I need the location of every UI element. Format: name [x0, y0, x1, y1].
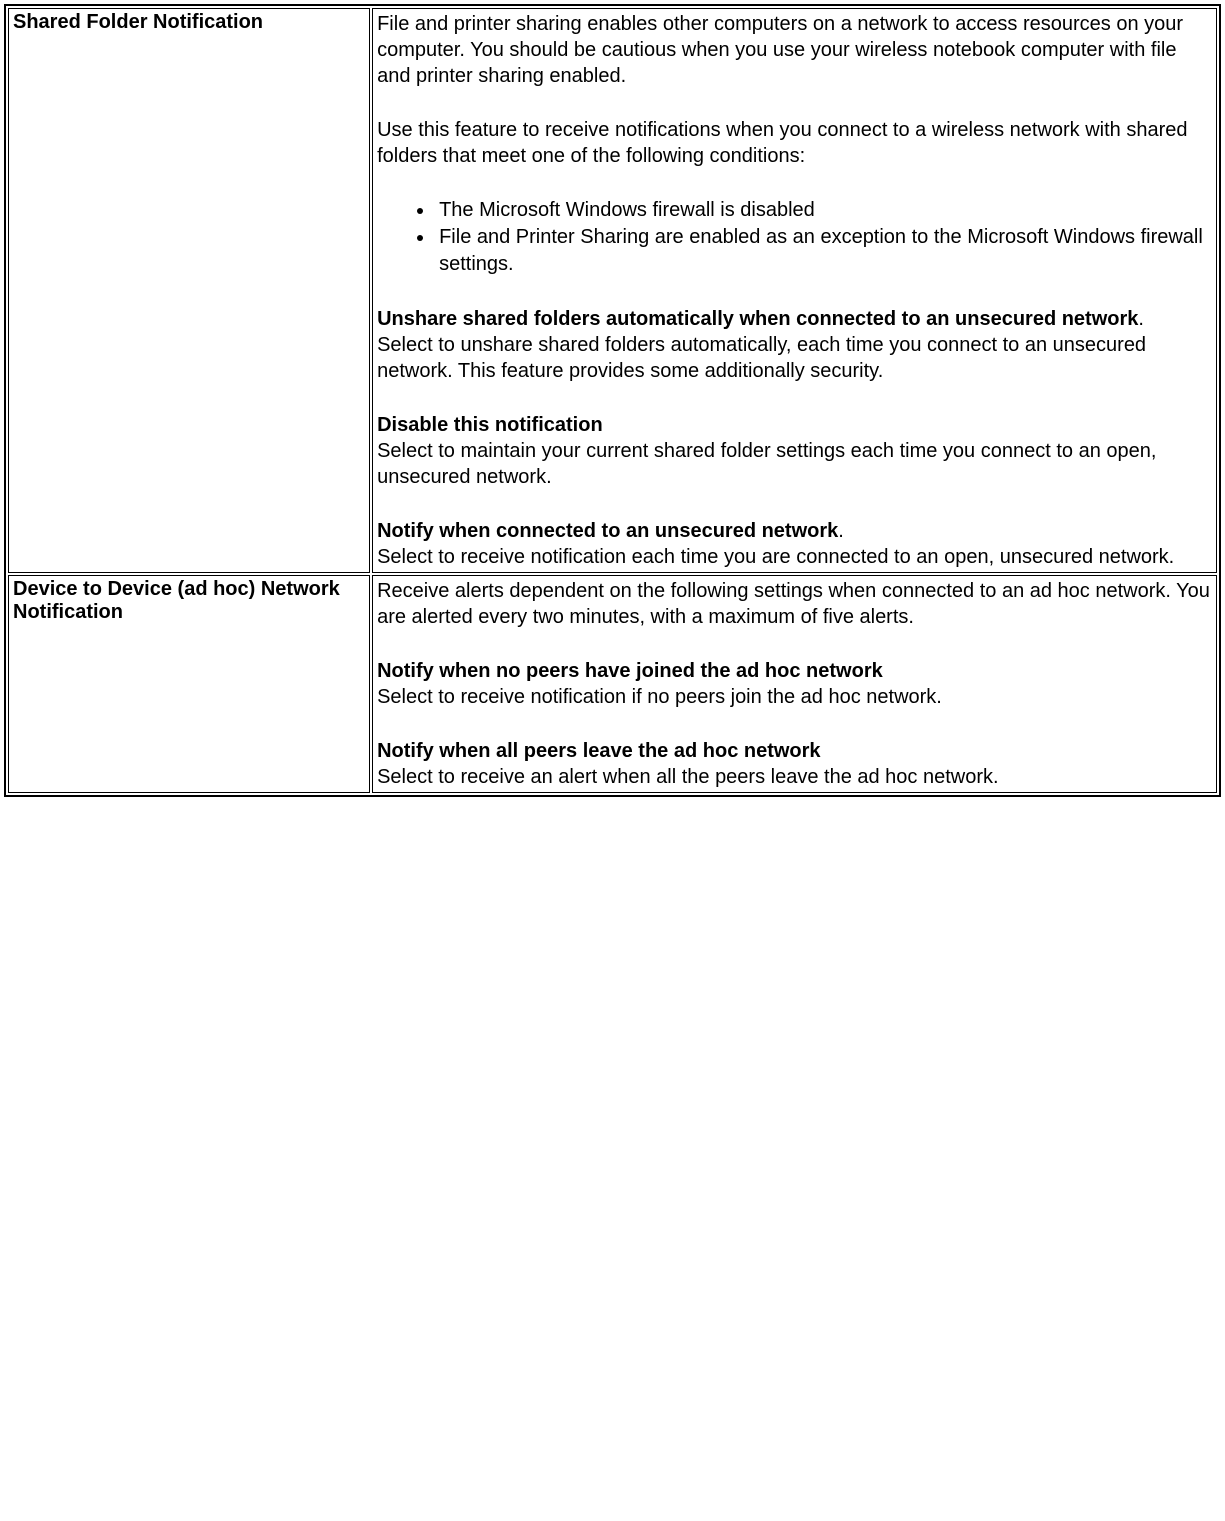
list-item: File and Printer Sharing are enabled as …: [435, 224, 1212, 278]
option-text: Select to maintain your current shared f…: [377, 440, 1156, 488]
punctuation: .: [838, 520, 844, 542]
paragraph: Receive alerts dependent on the followin…: [377, 578, 1212, 630]
table-row: Shared Folder Notification File and prin…: [8, 8, 1217, 573]
bullet-list: The Microsoft Windows firewall is disabl…: [377, 197, 1212, 278]
paragraph: Unshare shared folders automatically whe…: [377, 306, 1212, 384]
setting-description: Receive alerts dependent on the followin…: [372, 575, 1217, 793]
option-heading: Notify when connected to an unsecured ne…: [377, 520, 838, 542]
option-heading: Unshare shared folders automatically whe…: [377, 308, 1138, 330]
option-heading: Notify when all peers leave the ad hoc n…: [377, 740, 820, 762]
paragraph: Notify when all peers leave the ad hoc n…: [377, 738, 1212, 790]
setting-label: Device to Device (ad hoc) Network Notifi…: [8, 575, 370, 793]
option-text: Select to receive notification if no pee…: [377, 686, 942, 708]
option-text: Select to receive notification each time…: [377, 546, 1174, 568]
paragraph: Use this feature to receive notification…: [377, 117, 1212, 169]
table-row: Device to Device (ad hoc) Network Notifi…: [8, 575, 1217, 793]
option-text: Select to unshare shared folders automat…: [377, 334, 1146, 382]
list-item: The Microsoft Windows firewall is disabl…: [435, 197, 1212, 224]
setting-description: File and printer sharing enables other c…: [372, 8, 1217, 573]
paragraph: Notify when no peers have joined the ad …: [377, 658, 1212, 710]
paragraph: File and printer sharing enables other c…: [377, 11, 1212, 89]
paragraph: Notify when connected to an unsecured ne…: [377, 518, 1212, 570]
option-heading: Notify when no peers have joined the ad …: [377, 660, 883, 682]
settings-table: Shared Folder Notification File and prin…: [4, 4, 1221, 797]
setting-label: Shared Folder Notification: [8, 8, 370, 573]
punctuation: .: [1138, 308, 1144, 330]
paragraph: Disable this notification Select to maint…: [377, 412, 1212, 490]
option-heading: Disable this notification: [377, 414, 603, 436]
option-text: Select to receive an alert when all the …: [377, 766, 998, 788]
